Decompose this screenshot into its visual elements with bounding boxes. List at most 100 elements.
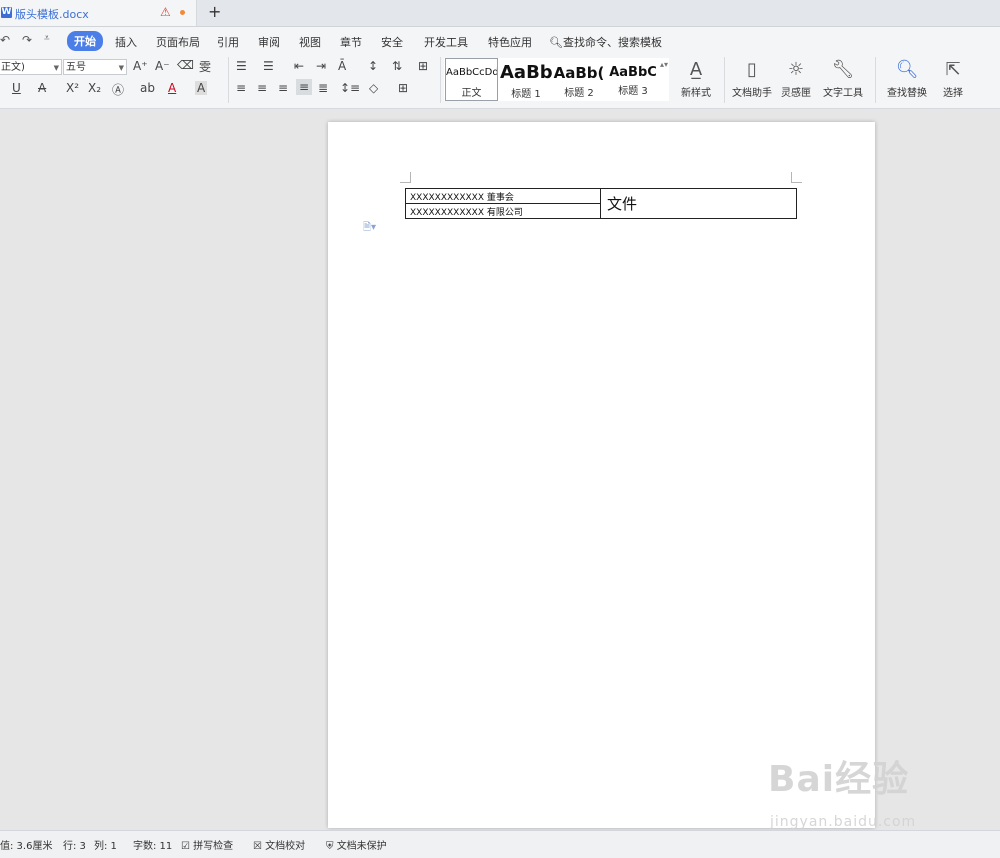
paragraph-options-icon[interactable]: 🗎▾ bbox=[363, 220, 376, 237]
spell-check-icon: ☑ bbox=[181, 841, 190, 852]
subscript-icon[interactable]: X₂ bbox=[88, 81, 101, 95]
bullet-list-icon[interactable]: ☰ bbox=[236, 59, 247, 73]
style-normal[interactable]: AaBbCcDd 正文 bbox=[445, 58, 498, 101]
table-cell-company[interactable]: XXXXXXXXXXXX 有限公司 bbox=[405, 203, 601, 219]
distributed-align-icon[interactable]: ≣ bbox=[318, 81, 328, 95]
divider bbox=[228, 57, 229, 103]
divider bbox=[875, 57, 876, 103]
tab-special-features[interactable]: 特色应用 bbox=[488, 34, 532, 50]
doc-helper-button[interactable]: ▯ 文档助手 bbox=[730, 58, 774, 99]
ribbon-toolbar: 正文) ▼ 五号 ▼ A⁺ A⁻ ⌫ 雯 U A X² X₂ Ⓐ ab A A ☰ … bbox=[0, 53, 1000, 109]
table-cell-document[interactable]: 文件 bbox=[600, 188, 797, 219]
cursor-arrow-icon: ⇱ bbox=[945, 59, 961, 80]
command-search-placeholder: 查找命令、搜索模板 bbox=[562, 36, 662, 49]
document-tab[interactable]: W 版头模板.docx ⚠ bbox=[0, 0, 197, 26]
doc-protect-button[interactable]: ⛨ 文档未保护 bbox=[326, 837, 387, 852]
grow-font-icon[interactable]: A⁺ bbox=[133, 59, 148, 73]
font-size-select[interactable]: 五号 ▼ bbox=[63, 59, 127, 75]
table-cell-board[interactable]: XXXXXXXXXXXX 董事会 bbox=[405, 188, 601, 204]
style-select-value: 正文) bbox=[1, 62, 25, 73]
clear-format-icon[interactable]: ⌫ bbox=[177, 58, 194, 72]
tab-section[interactable]: 章节 bbox=[340, 34, 362, 50]
highlight-icon[interactable]: ab bbox=[140, 81, 155, 95]
table-border-icon[interactable]: ⊞ bbox=[418, 59, 428, 73]
line-spacing-icon[interactable]: ⇅ bbox=[392, 59, 402, 73]
style-select[interactable]: 正文) ▼ bbox=[0, 59, 62, 75]
search-icon: 🔍︎ bbox=[549, 36, 563, 49]
justify-icon[interactable]: ≡ bbox=[296, 79, 313, 95]
style-heading-2[interactable]: AaBb( 标题 2 bbox=[553, 58, 605, 101]
paragraph-spacing-icon[interactable]: ↕≡ bbox=[340, 81, 360, 95]
text-effect-icon[interactable]: Ⓐ bbox=[112, 81, 124, 98]
styles-gallery: AaBbCcDd 正文 AaBb 标题 1 AaBb( 标题 2 AaBbC 标… bbox=[444, 58, 669, 101]
increase-indent-icon[interactable]: ⇥ bbox=[316, 59, 326, 73]
new-style-button[interactable]: A̲ 新样式 bbox=[674, 58, 718, 99]
doc-proof-button[interactable]: ☒ 文档校对 bbox=[253, 837, 305, 852]
select-label: 选择 bbox=[943, 88, 963, 99]
char-shading-icon[interactable]: A bbox=[195, 81, 208, 95]
margin-corner-mark bbox=[400, 172, 411, 183]
text-tools-button[interactable]: 🔧︎ 文字工具 bbox=[817, 58, 869, 99]
header-table[interactable]: XXXXXXXXXXXX 董事会 文件 XXXXXXXXXXXX 有限公司 bbox=[405, 188, 797, 219]
shrink-font-icon[interactable]: A⁻ bbox=[155, 59, 170, 73]
document-canvas[interactable]: XXXXXXXXXXXX 董事会 文件 XXXXXXXXXXXX 有限公司 🗎▾ bbox=[0, 109, 1000, 828]
shield-icon: ⛨ bbox=[326, 841, 334, 852]
lightbulb-icon: ☼ bbox=[787, 59, 805, 80]
new-style-icon: A̲ bbox=[689, 59, 703, 80]
status-word-count[interactable]: 字数: 11 bbox=[133, 837, 172, 852]
watermark-url: jingyan.baidu.com bbox=[770, 814, 917, 830]
inspiration-button[interactable]: ☼ 灵感匣 bbox=[777, 58, 815, 99]
doc-proof-icon: ☒ bbox=[253, 841, 262, 852]
borders-icon[interactable]: ⊞ bbox=[398, 81, 408, 95]
tab-view[interactable]: 视图 bbox=[299, 34, 321, 50]
undo-icon[interactable]: ↶ bbox=[0, 33, 10, 47]
align-center-icon[interactable]: ≡ bbox=[257, 81, 267, 95]
style-preview: AaBbC bbox=[609, 65, 657, 80]
tab-security[interactable]: 安全 bbox=[381, 34, 403, 50]
style-preview: AaBb bbox=[500, 62, 552, 83]
tab-references[interactable]: 引用 bbox=[217, 34, 239, 50]
redo-icon[interactable]: ↷ bbox=[22, 33, 32, 47]
spell-check-button[interactable]: ☑ 拼写检查 bbox=[181, 837, 233, 852]
warning-icon[interactable]: ⚠ bbox=[160, 5, 171, 19]
select-button[interactable]: ⇱ 选择 bbox=[936, 58, 970, 99]
font-color-icon[interactable]: A bbox=[168, 81, 176, 95]
style-heading-1[interactable]: AaBb 标题 1 bbox=[500, 58, 552, 101]
tab-home[interactable]: 开始 bbox=[67, 31, 103, 51]
find-replace-button[interactable]: 🔍︎ 查找替换 bbox=[881, 58, 933, 99]
numbered-list-icon[interactable]: ☰ bbox=[263, 59, 274, 73]
find-replace-label: 查找替换 bbox=[887, 88, 927, 99]
status-setting-value[interactable]: 值: 3.6厘米 bbox=[0, 837, 52, 852]
style-preview: AaBb( bbox=[553, 64, 605, 82]
style-heading-3[interactable]: AaBbC 标题 3 bbox=[606, 58, 660, 101]
watermark-logo-text: Bai经验 bbox=[768, 759, 910, 800]
document-page[interactable]: XXXXXXXXXXXX 董事会 文件 XXXXXXXXXXXX 有限公司 🗎▾ bbox=[328, 122, 875, 828]
new-tab-button[interactable]: + bbox=[208, 2, 221, 21]
phonetic-guide-icon[interactable]: 雯 bbox=[199, 58, 211, 75]
inspiration-label: 灵感匣 bbox=[781, 88, 811, 99]
tab-page-layout[interactable]: 页面布局 bbox=[156, 34, 200, 50]
customize-quick-access-icon[interactable]: ⩡ bbox=[44, 33, 50, 44]
sort-icon[interactable]: ↕ bbox=[368, 59, 378, 73]
font-size-value: 五号 bbox=[66, 62, 86, 73]
superscript-icon[interactable]: X² bbox=[66, 81, 79, 95]
doc-proof-label: 文档校对 bbox=[265, 841, 306, 852]
align-left-icon[interactable]: ≡ bbox=[236, 81, 246, 95]
command-search[interactable]: 🔍︎查找命令、搜索模板 bbox=[549, 34, 662, 50]
wps-writer-icon: W bbox=[1, 7, 12, 18]
tab-review[interactable]: 审阅 bbox=[258, 34, 280, 50]
strikethrough-icon[interactable]: A bbox=[38, 81, 46, 95]
change-case-icon[interactable]: Ā bbox=[338, 59, 346, 73]
tab-insert[interactable]: 插入 bbox=[115, 34, 137, 50]
decrease-indent-icon[interactable]: ⇤ bbox=[294, 59, 304, 73]
unsaved-dot-icon bbox=[180, 10, 185, 15]
tab-bar: W 版头模板.docx ⚠ + bbox=[0, 0, 1000, 27]
status-row: 行: 3 bbox=[63, 841, 86, 852]
gallery-scroll-icon[interactable]: ▴▾ bbox=[660, 60, 668, 69]
divider bbox=[724, 57, 725, 103]
underline-icon[interactable]: U bbox=[12, 81, 21, 95]
shading-icon[interactable]: ◇ bbox=[369, 81, 378, 95]
status-bar: 值: 3.6厘米 行: 3 列: 1 字数: 11 ☑ 拼写检查 ☒ 文档校对 … bbox=[0, 830, 1000, 858]
align-right-icon[interactable]: ≡ bbox=[278, 81, 288, 95]
tab-developer-tools[interactable]: 开发工具 bbox=[424, 34, 468, 50]
